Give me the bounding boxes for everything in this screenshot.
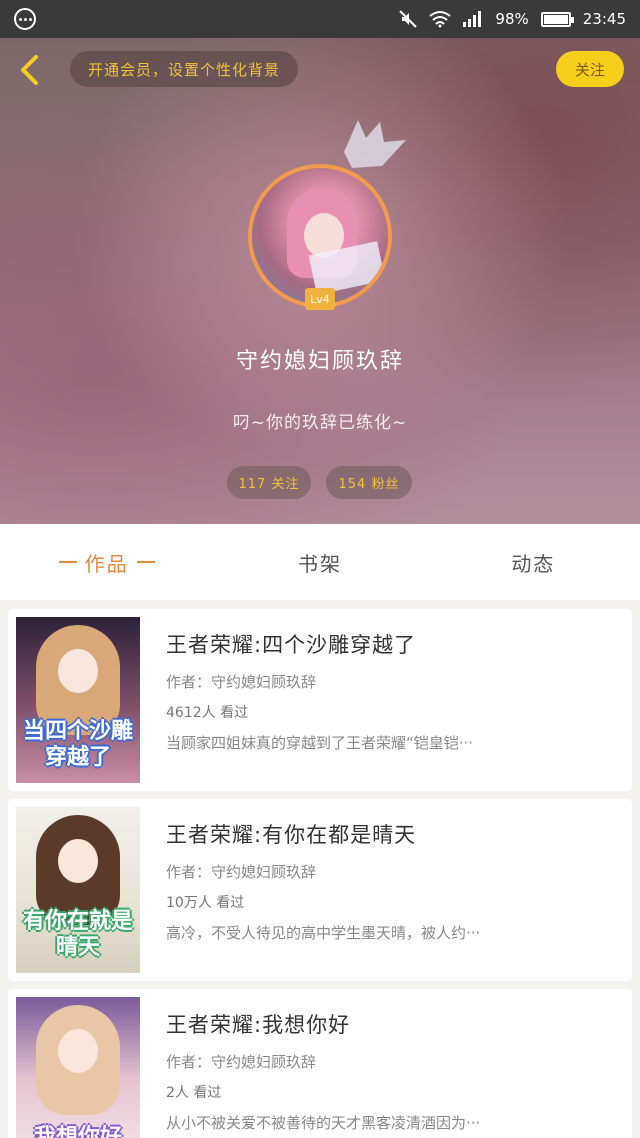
crown-icon — [344, 120, 406, 168]
cover-title: 当四个沙雕穿越了 — [22, 719, 133, 770]
book-description: 从小不被关爱不被善待的天才黑客凌清酒因为··· — [166, 1114, 481, 1132]
back-icon[interactable] — [14, 54, 46, 86]
tab-label: 动态 — [511, 551, 556, 576]
book-cover: 当四个沙雕穿越了 — [16, 617, 140, 783]
book-author: 作者：守约媳妇顾玖辞 — [166, 1053, 317, 1071]
profile-header: 开通会员，设置个性化背景 关注 Lv4 守约媳妇顾玖辞 叼~你的玖辞已练化~ 1… — [0, 38, 640, 524]
more-icon[interactable] — [14, 8, 36, 30]
level-badge: Lv4 — [305, 288, 335, 310]
book-author: 作者：守约媳妇顾玖辞 — [166, 863, 317, 881]
book-views: 2人 看过 — [166, 1085, 222, 1101]
signal-icon — [463, 11, 482, 27]
battery-percent: 98% — [495, 10, 529, 28]
follow-button[interactable]: 关注 — [556, 51, 624, 87]
username: 守约媳妇顾玖辞 — [235, 349, 404, 374]
book-description: 当顾家四姐妹真的穿越到了王者荣耀“铠皇铠··· — [166, 734, 474, 752]
tab-bookshelf[interactable]: 书架 — [213, 524, 426, 600]
vip-background-button[interactable]: 开通会员，设置个性化背景 — [70, 51, 298, 87]
book-cover: 我想你好 — [16, 997, 140, 1138]
wifi-icon — [429, 11, 452, 28]
book-card[interactable]: 当四个沙雕穿越了 王者荣耀:四个沙雕穿越了 作者：守约媳妇顾玖辞 4612人 看… — [8, 609, 632, 791]
book-title: 王者荣耀:我想你好 — [166, 1013, 351, 1037]
tab-bar: 作品 书架 动态 — [0, 524, 640, 600]
book-card[interactable]: 我想你好 王者荣耀:我想你好 作者：守约媳妇顾玖辞 2人 看过 从小不被关爱不被… — [8, 989, 632, 1138]
cover-title: 有你在就是晴天 — [22, 909, 133, 960]
tab-activity[interactable]: 动态 — [427, 524, 640, 600]
tab-indicator-left — [58, 561, 77, 563]
book-cover: 有你在就是晴天 — [16, 807, 140, 973]
book-author: 作者：守约媳妇顾玖辞 — [166, 673, 317, 691]
cover-title: 我想你好 — [33, 1125, 122, 1138]
book-views: 4612人 看过 — [166, 705, 249, 721]
avatar[interactable] — [248, 164, 392, 308]
clock: 23:45 — [582, 10, 626, 28]
battery-icon — [540, 11, 574, 27]
book-card[interactable]: 有你在就是晴天 王者荣耀:有你在都是晴天 作者：守约媳妇顾玖辞 10万人 看过 … — [8, 799, 632, 981]
mute-icon — [399, 10, 418, 28]
book-title: 王者荣耀:四个沙雕穿越了 — [166, 633, 417, 657]
following-count-button[interactable]: 117 关注 — [227, 466, 311, 499]
book-title: 王者荣耀:有你在都是晴天 — [166, 823, 417, 847]
book-description: 高冷，不受人待见的高中学生墨天晴，被人约··· — [166, 924, 481, 942]
status-bar: 98% 23:45 — [0, 0, 640, 38]
signature: 叼~你的玖辞已练化~ — [232, 413, 408, 433]
tab-label: 作品 — [84, 551, 129, 576]
tab-indicator-right — [136, 561, 155, 563]
tab-label: 书架 — [297, 551, 342, 576]
book-views: 10万人 看过 — [166, 895, 245, 911]
fans-count-button[interactable]: 154 粉丝 — [326, 466, 412, 499]
tab-works[interactable]: 作品 — [0, 524, 213, 600]
